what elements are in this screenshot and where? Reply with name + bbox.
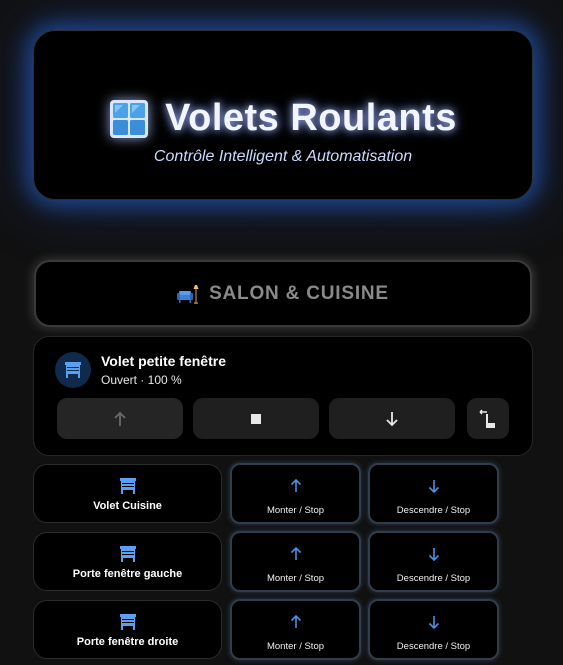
arrow-down-icon [386,411,398,426]
down-stop-label: Descendre / Stop [396,573,471,584]
arrow-up-icon [290,615,301,628]
page-title: Volets Roulants [165,97,457,139]
arrow-down-icon [428,480,439,493]
sofa-lamp-icon [177,284,199,304]
cover-down-stop-button[interactable]: Descendre / Stop [368,599,499,660]
cover-card-porte-fenetre-droite[interactable]: Porte fenêtre droite [33,600,222,659]
stop-cover-button[interactable] [193,398,319,439]
shutter-icon-badge[interactable] [55,352,91,388]
window-icon [110,99,149,138]
down-stop-label: Descendre / Stop [396,505,471,516]
cover-card-porte-fenetre-gauche[interactable]: Porte fenêtre gauche [33,532,222,591]
cover-down-stop-button[interactable]: Descendre / Stop [368,463,499,524]
shutter-icon [119,478,136,494]
cover-up-stop-button[interactable]: Monter / Stop [230,599,361,660]
cover-name: Volet Cuisine [93,500,162,512]
arrow-up-icon [290,479,301,492]
cover-gesture-button[interactable] [467,398,509,439]
cover-name: Porte fenêtre gauche [72,568,183,580]
header-title-row: Volets Roulants [34,97,532,140]
header-card: Volets Roulants Contrôle Intelligent & A… [33,30,533,200]
cover-name: Porte fenêtre droite [76,636,179,648]
cover-card-cuisine[interactable]: Volet Cuisine [33,464,222,523]
shutter-icon [65,362,81,378]
close-cover-button[interactable] [329,398,455,439]
arrow-down-icon [428,548,439,561]
shutter-icon [119,614,136,630]
shutter-icon [119,546,136,562]
up-stop-label: Monter / Stop [266,641,325,652]
section-header-salon-cuisine: SALON & CUISINE [34,260,532,327]
arrow-down-icon [428,616,439,629]
stop-icon [251,413,261,424]
open-cover-button[interactable] [57,398,183,439]
cover-status: Ouvert · 100 % [101,373,182,387]
down-stop-label: Descendre / Stop [396,641,471,652]
section-title: SALON & CUISINE [209,282,389,304]
up-stop-label: Monter / Stop [266,573,325,584]
cover-down-stop-button[interactable]: Descendre / Stop [368,531,499,592]
arrow-up-icon [114,411,126,426]
cover-up-stop-button[interactable]: Monter / Stop [230,463,361,524]
cover-card-petite-fenetre: Volet petite fenêtre Ouvert · 100 % [33,336,533,456]
up-stop-label: Monter / Stop [266,505,325,516]
swap-gesture-icon [479,409,495,428]
arrow-up-icon [290,547,301,560]
page-subtitle: Contrôle Intelligent & Automatisation [153,148,413,165]
cover-name: Volet petite fenêtre [101,353,226,369]
cover-up-stop-button[interactable]: Monter / Stop [230,531,361,592]
